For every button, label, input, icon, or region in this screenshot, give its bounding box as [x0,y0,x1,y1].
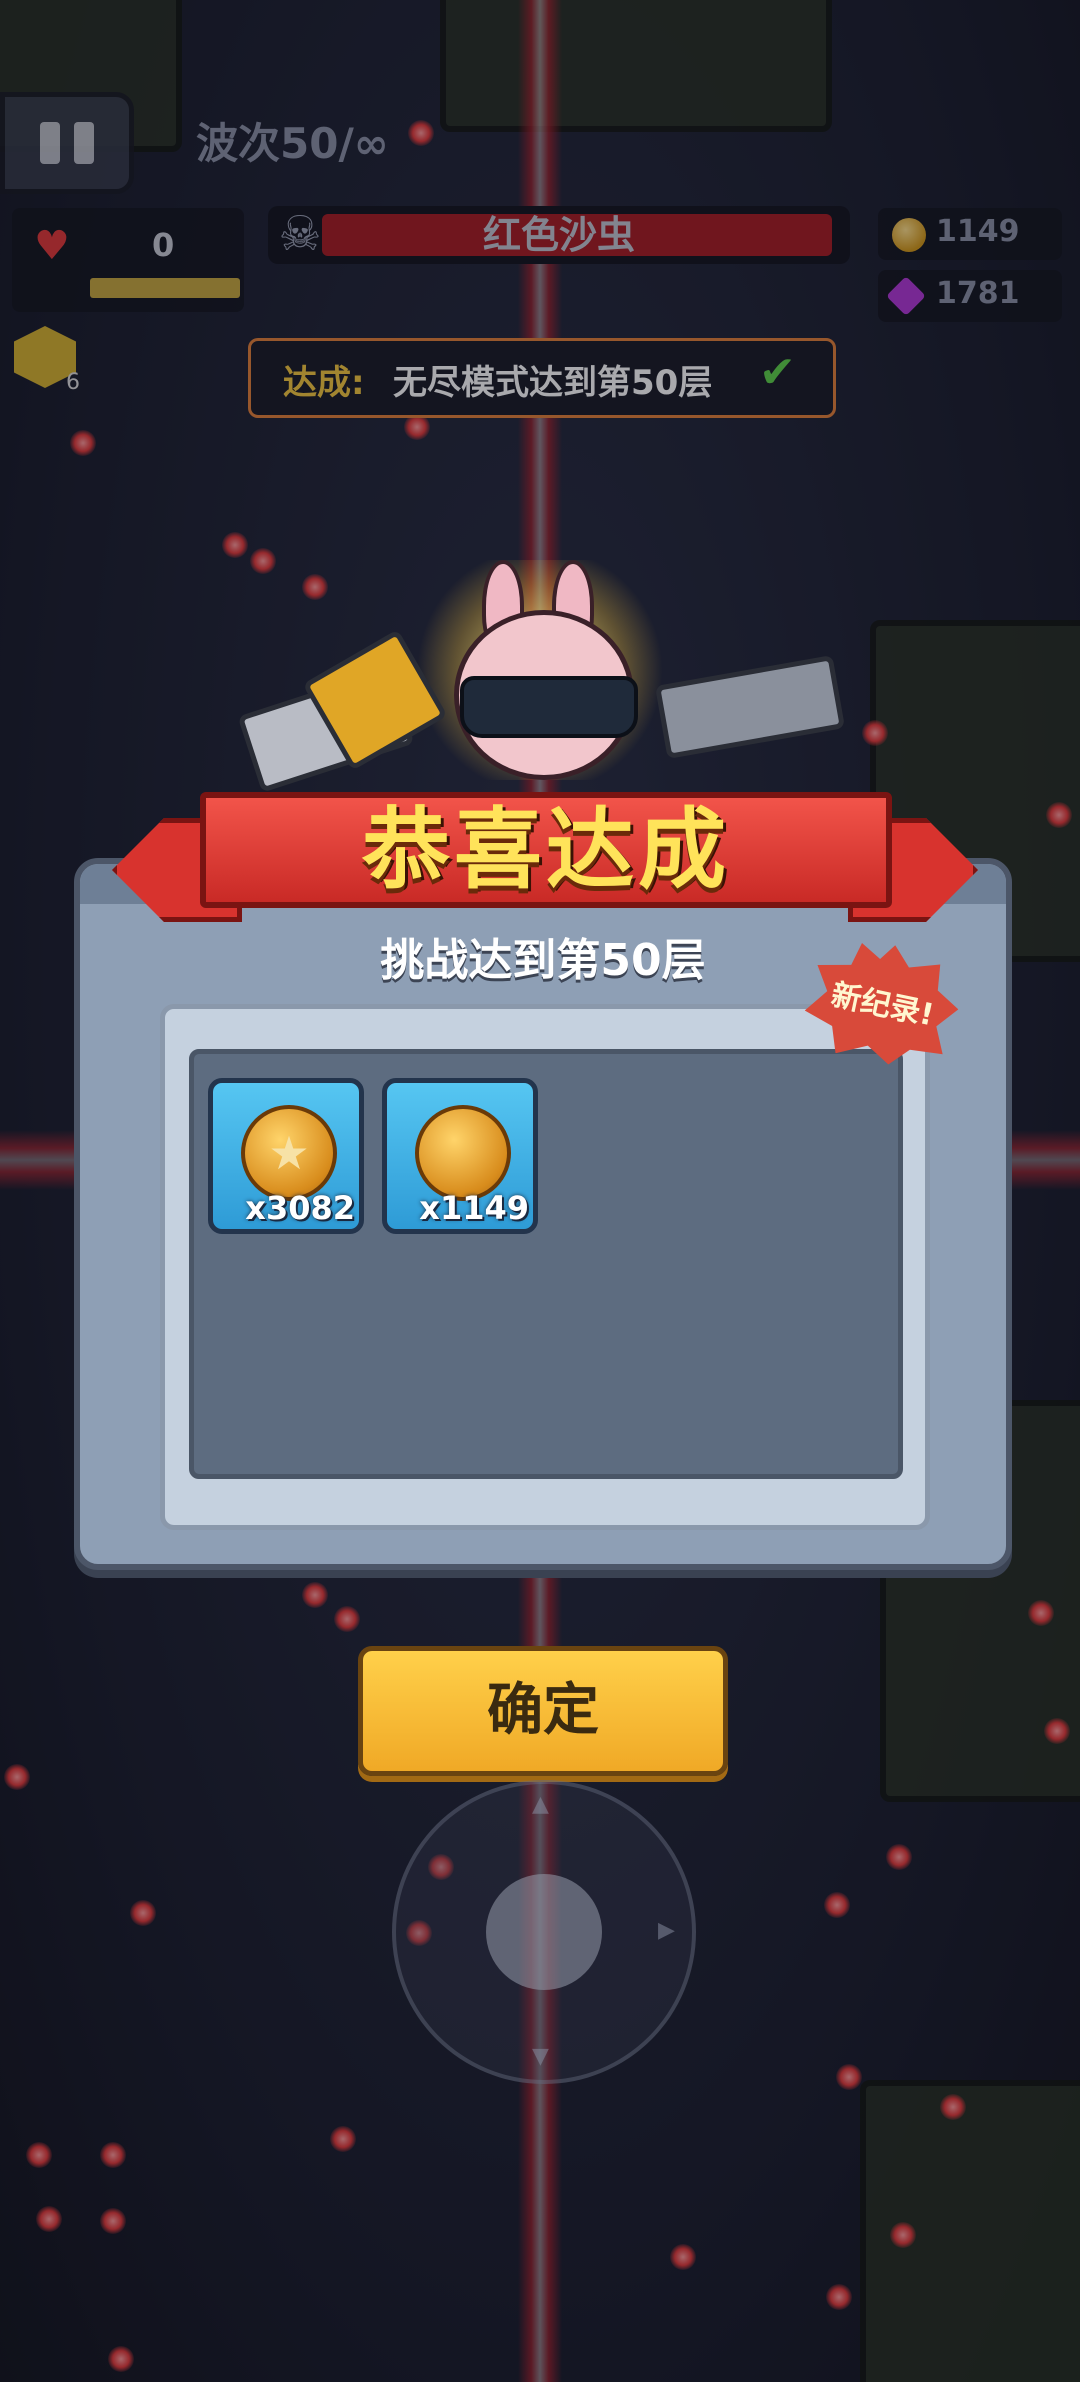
confirm-label: 确定 [487,1678,599,1743]
reward-quantity: x3082 [245,1189,355,1227]
arrow-right-icon: ▶ [658,1918,675,1943]
sunglasses-icon [460,676,638,738]
arrow-up-icon: ▲ [532,1792,549,1817]
reward-item[interactable]: ★ x3082 [208,1078,364,1234]
shotgun-icon [654,654,846,760]
star-icon: ★ [268,1126,310,1180]
joystick-knob[interactable] [486,1874,602,1990]
rewards-frame: ★ x3082 x1149 [160,1004,930,1530]
virtual-joystick[interactable]: ▲ ▼ ▶ [392,1780,696,2084]
confirm-button[interactable]: 确定 [358,1646,728,1776]
arrow-down-icon: ▼ [532,2044,549,2069]
title-ribbon: 恭喜达成 [200,792,892,908]
reward-quantity: x1149 [419,1189,529,1227]
rewards-list: ★ x3082 x1149 [189,1049,903,1479]
reward-item[interactable]: x1149 [382,1078,538,1234]
dialog-title: 恭喜达成 [361,798,730,901]
bunny-mascot [237,560,846,810]
gold-coin-icon [415,1105,511,1201]
star-medal-coin-icon: ★ [241,1105,337,1201]
